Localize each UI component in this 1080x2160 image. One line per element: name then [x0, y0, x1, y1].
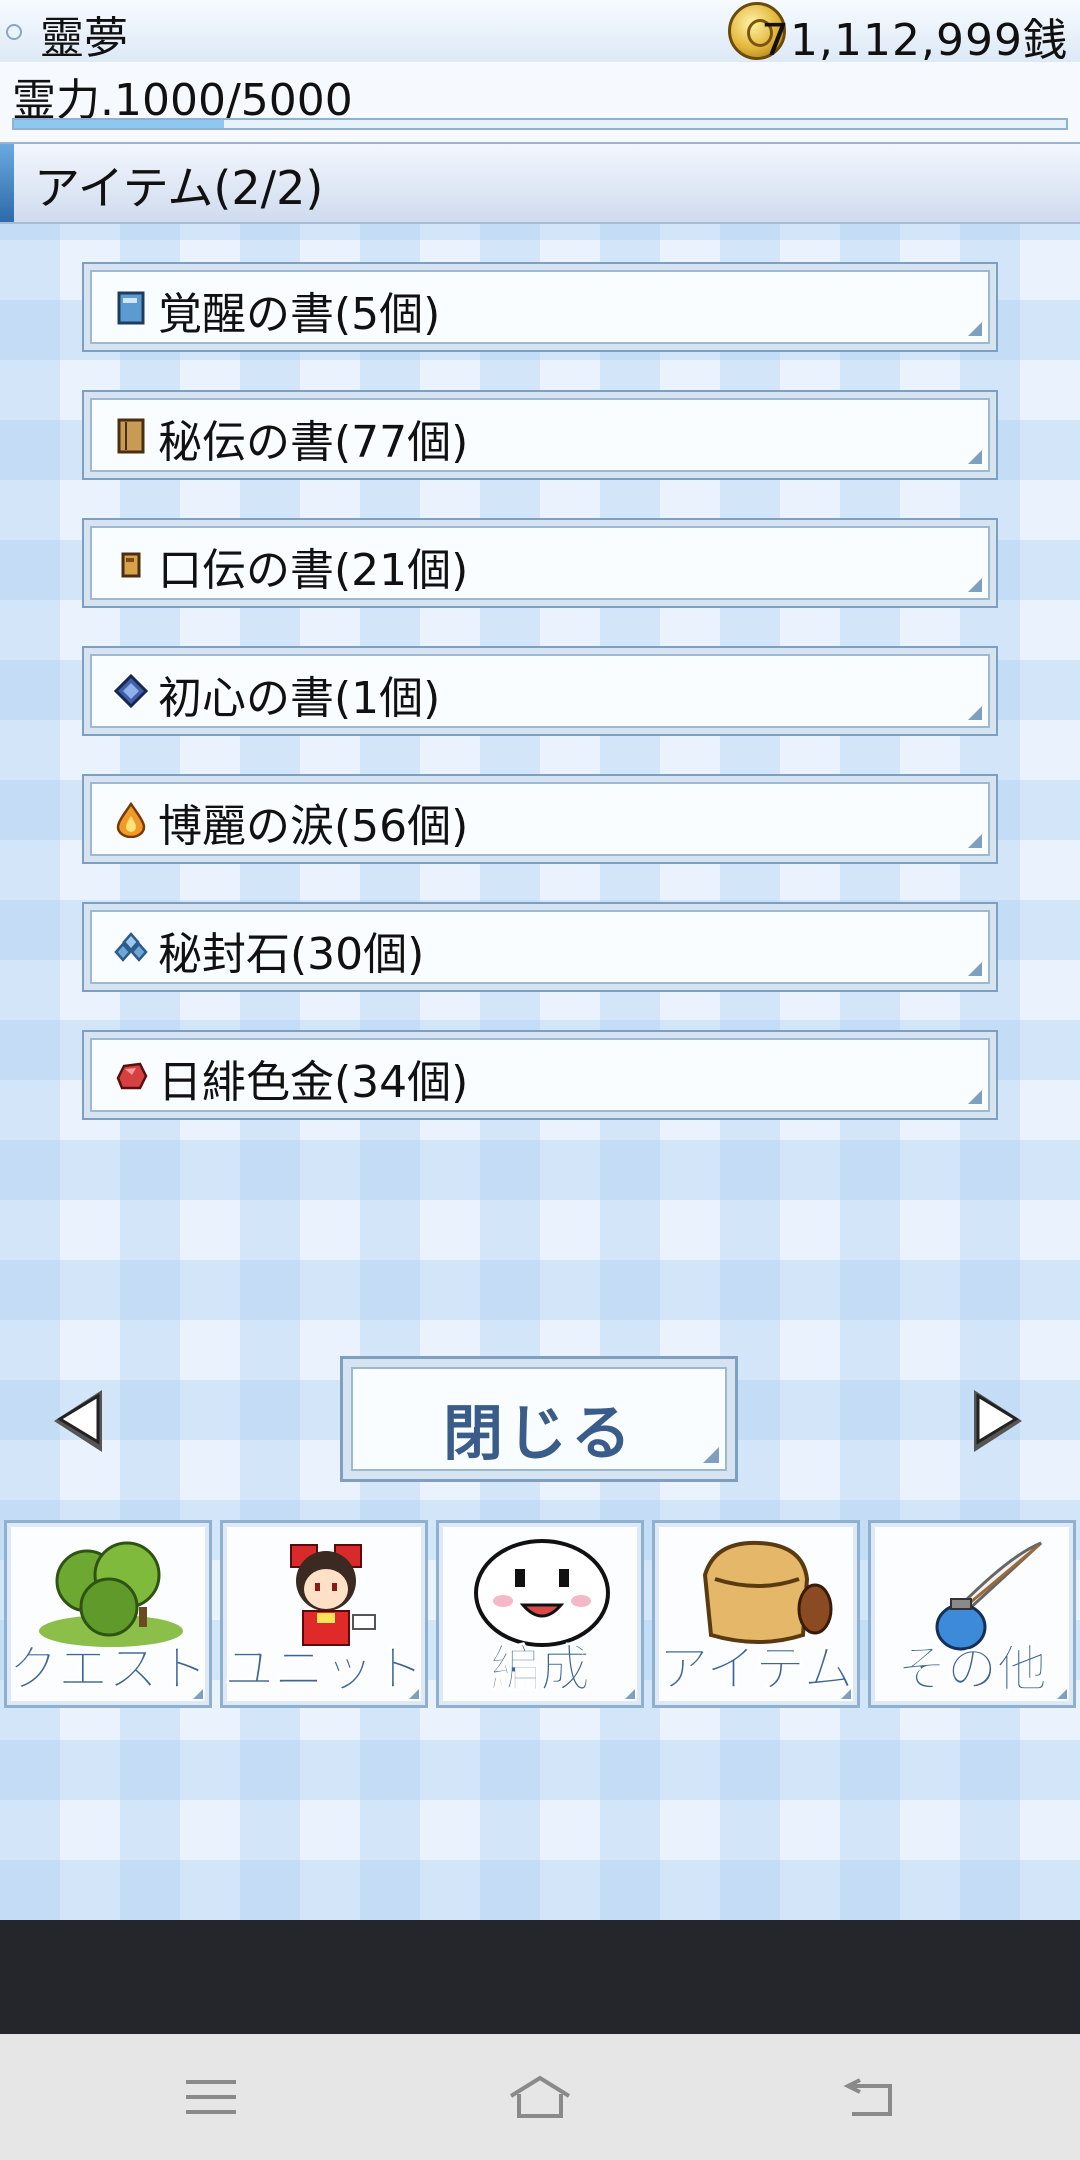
home-icon[interactable]: [505, 2072, 575, 2122]
blue-book-icon: [117, 291, 145, 325]
item-label: 博麗の涙(56個): [158, 801, 469, 852]
item-button-hihiirokane[interactable]: 日緋色金(34個): [82, 1030, 998, 1120]
corner-mark: [703, 1447, 719, 1463]
menu-hamburger-icon[interactable]: [176, 2072, 246, 2122]
spirit-power-panel: 霊力.1000/5000: [0, 62, 1080, 144]
main-menu: クエスト ユニット 編成 アイテム その他: [0, 1520, 1080, 1710]
menu-tab-item[interactable]: アイテム: [652, 1520, 860, 1708]
navy-book-icon: [114, 674, 148, 709]
item-label: 初心の書(1個): [158, 673, 441, 724]
screen-header: アイテム(2/2): [0, 144, 1080, 224]
corner-mark: [968, 322, 982, 336]
item-button-oral-book[interactable]: 口伝の書(21個): [82, 518, 998, 608]
corner-mark: [841, 1689, 851, 1699]
page-title: アイテム(2/2): [34, 161, 324, 215]
corner-mark: [409, 1689, 419, 1699]
spirit-power-bar: [12, 118, 1068, 130]
item-button-sealed-stone[interactable]: 秘封石(30個): [82, 902, 998, 992]
menu-tab-formation[interactable]: 編成: [436, 1520, 644, 1708]
item-label: 秘封石(30個): [158, 929, 425, 980]
item-label: 覚醒の書(5個): [158, 289, 441, 340]
item-button-hakurei-tear[interactable]: 博麗の涙(56個): [82, 774, 998, 864]
back-icon[interactable]: [834, 2072, 904, 2122]
menu-tab-label: 編成: [490, 1640, 591, 1699]
corner-mark: [968, 450, 982, 464]
close-button-label: 閉じる: [443, 1399, 635, 1469]
item-label: 日緋色金(34個): [158, 1057, 469, 1108]
corner-mark: [625, 1689, 635, 1699]
item-label: 口伝の書(21個): [158, 545, 469, 596]
game-screen: 靈夢 71,112,999銭 霊力.1000/5000 アイテム(2/2) 覚醒…: [0, 0, 1080, 1920]
corner-mark: [193, 1689, 203, 1699]
corner-mark: [968, 1090, 982, 1104]
menu-tab-label: アイテム: [658, 1640, 854, 1699]
spirit-power-bar-fill: [14, 120, 225, 128]
orange-drop-icon: [116, 802, 146, 838]
ad-space: [0, 1920, 1080, 2034]
blue-crystal-icon: [114, 932, 148, 962]
header-accent: [0, 144, 14, 222]
corner-mark: [968, 834, 982, 848]
close-button[interactable]: 閉じる: [340, 1356, 738, 1482]
status-bar: 靈夢 71,112,999銭: [0, 0, 1080, 66]
menu-tab-label: その他: [897, 1640, 1048, 1699]
corner-mark: [968, 962, 982, 976]
previous-page-arrow-icon[interactable]: [48, 1386, 108, 1456]
next-page-arrow-icon[interactable]: [968, 1386, 1028, 1456]
item-label: 秘伝の書(77個): [158, 417, 469, 468]
corner-mark: [968, 578, 982, 592]
menu-tab-other[interactable]: その他: [868, 1520, 1076, 1708]
player-name: 靈夢: [40, 13, 128, 64]
item-button-beginner-book[interactable]: 初心の書(1個): [82, 646, 998, 736]
corner-mark: [968, 706, 982, 720]
item-button-secret-book[interactable]: 秘伝の書(77個): [82, 390, 998, 480]
menu-tab-quest[interactable]: クエスト: [4, 1520, 212, 1708]
android-nav-bar: [0, 2034, 1080, 2160]
item-button-awakening-book[interactable]: 覚醒の書(5個): [82, 262, 998, 352]
status-dot-icon: [6, 24, 22, 40]
menu-tab-label: ユニット: [224, 1640, 425, 1699]
menu-tab-label: クエスト: [8, 1640, 209, 1699]
corner-mark: [1057, 1689, 1067, 1699]
brown-scroll-book-icon: [117, 418, 145, 454]
menu-tab-unit[interactable]: ユニット: [220, 1520, 428, 1708]
small-brown-book-icon: [121, 552, 141, 578]
red-ore-icon: [116, 1062, 148, 1090]
money-display: 71,112,999銭: [761, 15, 1068, 66]
